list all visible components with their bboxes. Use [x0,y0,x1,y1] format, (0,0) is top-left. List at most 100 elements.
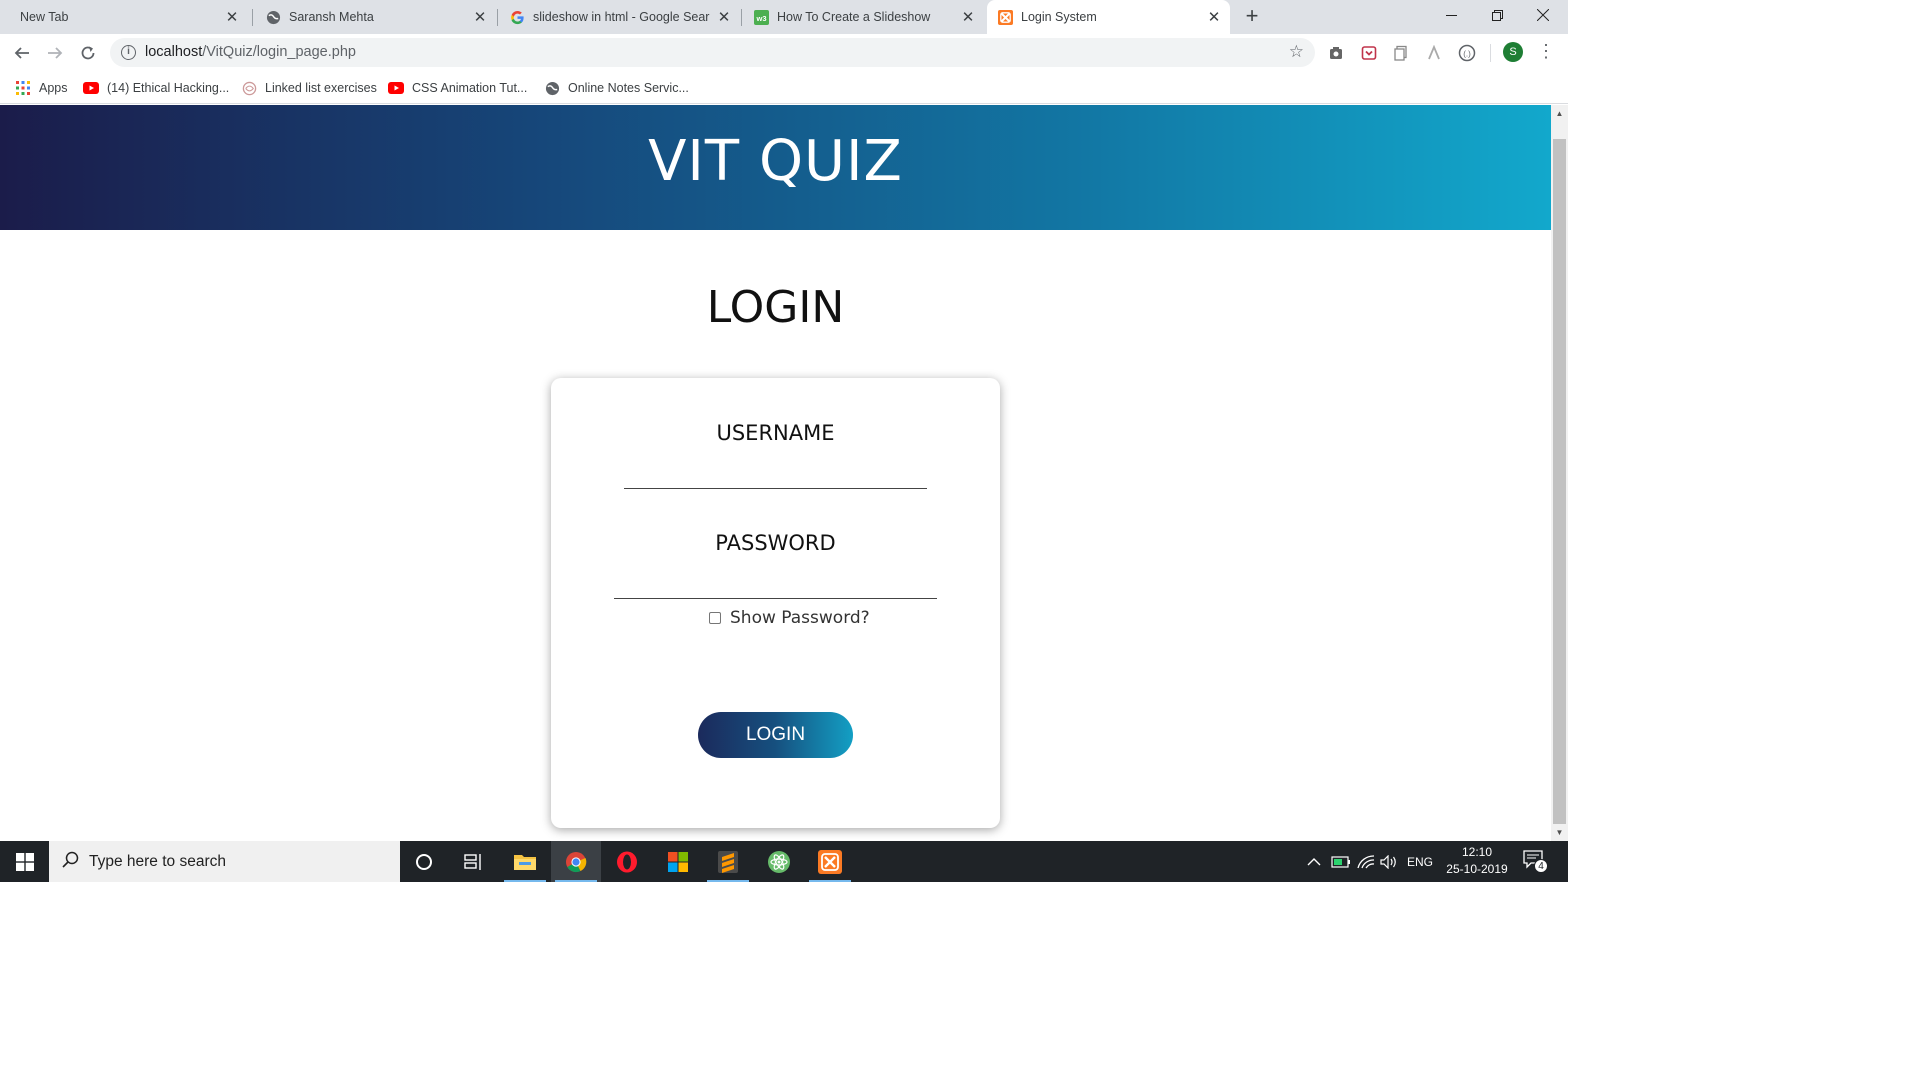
tab-strip: New Tab ✕ Saransh Mehta ✕ slideshow in h… [0,0,1568,34]
site-title: VIT QUIZ [648,129,903,194]
scrollbar-thumb[interactable] [1553,139,1566,824]
extension-circle-icon[interactable]: (.) [1457,43,1477,63]
action-center-button[interactable]: 4 [1523,850,1549,874]
svg-text:(.): (.) [1463,50,1471,59]
tab-login-system[interactable]: Login System ✕ [987,0,1230,34]
bookmark-ethical-hacking[interactable]: (14) Ethical Hacking... [83,78,229,98]
site-header: VIT QUIZ [0,105,1551,230]
extension-camera-icon[interactable] [1326,43,1346,63]
cortana-icon[interactable] [399,841,449,882]
close-icon[interactable]: ✕ [224,9,240,26]
username-underline [624,488,927,489]
show-password-toggle[interactable]: Show Password? [709,608,870,628]
url-path: /VitQuiz/login_page.php [202,44,356,60]
minimize-icon [1445,14,1457,16]
bookmark-star-icon[interactable]: ☆ [1289,42,1304,62]
bookmark-linked-list[interactable]: Linked list exercises [241,78,377,98]
close-window-button[interactable] [1520,0,1566,30]
close-icon [1537,9,1549,21]
login-card: USERNAME PASSWORD Show Password? LOGIN [551,378,1000,828]
globe-icon [265,9,281,25]
site-info-icon[interactable]: i [121,45,136,60]
apps-grid-icon [15,80,31,96]
page-viewport: VIT QUIZ LOGIN USERNAME PASSWORD Show Pa… [0,105,1551,841]
scroll-up-arrow-icon[interactable]: ▲ [1551,105,1568,122]
windows-taskbar: Type here to search ENG 12:10 25-10-2019… [0,841,1568,882]
chrome-icon[interactable] [551,841,601,882]
tab-separator [252,9,253,26]
extension-pocket-icon[interactable] [1359,43,1379,63]
page-scrollbar[interactable]: ▲ ▼ [1551,105,1568,841]
tab-saransh-mehta[interactable]: Saransh Mehta ✕ [256,0,496,34]
forward-button[interactable] [41,39,69,67]
clock-date: 25-10-2019 [1446,862,1508,876]
youtube-icon [83,80,99,96]
taskbar-search-box[interactable]: Type here to search [49,841,400,882]
restore-button[interactable] [1474,0,1520,30]
tab-title: Login System [1021,10,1097,24]
show-password-checkbox[interactable] [709,612,721,624]
xampp-icon[interactable] [805,841,855,882]
file-explorer-icon[interactable] [500,841,550,882]
search-placeholder: Type here to search [89,852,226,870]
close-icon[interactable]: ✕ [960,9,976,26]
toolbar-divider [1490,44,1491,62]
tray-show-hidden-icon[interactable] [1307,841,1321,882]
atom-icon[interactable] [754,841,804,882]
profile-avatar[interactable]: S [1503,42,1523,62]
browser-toolbar: i localhost/VitQuiz/login_page.php ☆ (.)… [0,34,1568,72]
xampp-icon [997,9,1013,25]
bookmark-label: Apps [39,81,68,95]
battery-icon[interactable] [1331,841,1351,882]
tab-title: Saransh Mehta [289,10,374,24]
bookmark-label: CSS Animation Tut... [412,81,528,95]
tab-title: slideshow in html - Google Searc [533,10,710,24]
tab-google-search[interactable]: slideshow in html - Google Searc ✕ [500,0,740,34]
scroll-down-arrow-icon[interactable]: ▼ [1551,824,1568,841]
tab-title: How To Create a Slideshow [777,10,931,24]
bookmark-label: Online Notes Servic... [568,81,689,95]
close-icon[interactable]: ✕ [1206,9,1222,26]
username-label: USERNAME [716,421,835,445]
task-view-icon[interactable] [449,841,499,882]
restore-icon [1491,9,1503,21]
login-button[interactable]: LOGIN [698,712,853,758]
url-text[interactable]: localhost/VitQuiz/login_page.php [145,44,356,60]
microsoft-store-icon[interactable] [653,841,703,882]
tab-title: New Tab [20,10,69,24]
password-input[interactable] [614,568,937,598]
globe-icon [544,80,560,96]
bookmark-css-animation[interactable]: CSS Animation Tut... [388,78,527,98]
google-icon [509,9,525,25]
username-input[interactable] [624,458,927,488]
bookmark-online-notes[interactable]: Online Notes Servic... [544,78,689,98]
wifi-icon[interactable] [1357,841,1375,882]
minimize-button[interactable] [1428,0,1474,30]
close-icon[interactable]: ✕ [472,9,488,26]
new-tab-button[interactable]: + [1240,5,1264,29]
address-bar[interactable]: i localhost/VitQuiz/login_page.php ☆ [110,38,1315,67]
sublime-text-icon[interactable] [703,841,753,882]
clock-time: 12:10 [1461,845,1493,859]
extension-font-icon[interactable] [1424,43,1444,63]
menu-kebab-icon[interactable]: ⋮ [1537,41,1555,62]
start-button[interactable] [0,841,49,882]
password-underline [614,598,937,599]
volume-icon[interactable] [1380,841,1398,882]
tab-new-tab[interactable]: New Tab ✕ [8,0,248,34]
page-title: LOGIN [706,282,845,333]
extension-docs-icon[interactable] [1391,43,1411,63]
tab-how-to-slideshow[interactable]: w3 How To Create a Slideshow ✕ [744,0,984,34]
youtube-icon [388,80,404,96]
back-button[interactable] [8,39,36,67]
opera-icon[interactable] [602,841,652,882]
reload-button[interactable] [74,39,102,67]
bookmark-apps[interactable]: Apps [15,78,68,98]
bookmarks-bar: Apps (14) Ethical Hacking... Linked list… [0,72,1568,104]
close-icon[interactable]: ✕ [716,9,732,26]
tab-separator [741,9,742,26]
system-clock[interactable]: 12:10 25-10-2019 [1438,844,1516,878]
language-indicator[interactable]: ENG [1407,841,1433,882]
url-host: localhost [145,44,203,60]
windows-logo-icon [15,852,34,871]
